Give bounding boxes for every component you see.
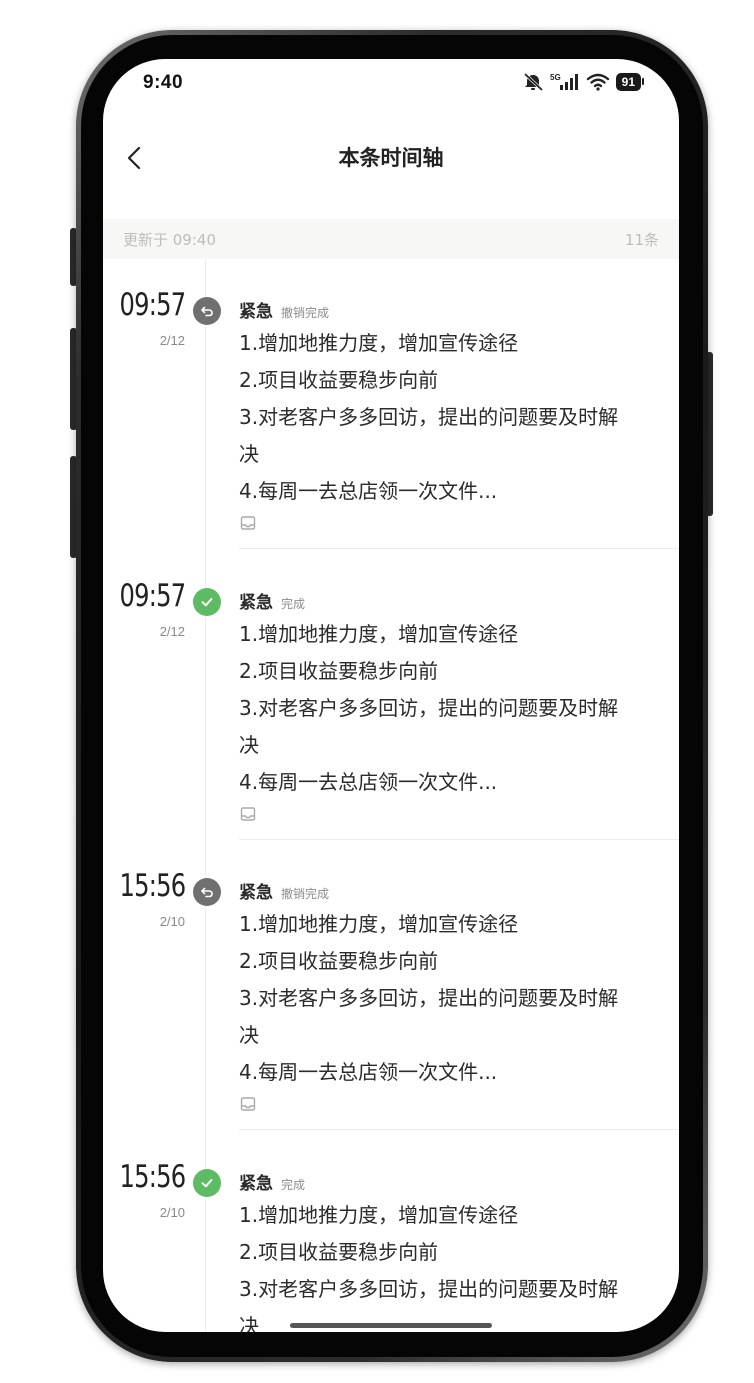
entry-date: 2/12 [159,624,185,639]
entry-line: 1.增加地推力度，增加宣传途径 [239,331,519,355]
entry-content: 1.增加地推力度，增加宣传途径 2.项目收益要稳步向前 3.对老客户多多回访，提… [239,1197,667,1332]
entry-line: 1.增加地推力度，增加宣传途径 [239,1203,519,1227]
entry-line: 决 [239,1314,259,1332]
entry-body: 紧急 完成 1.增加地推力度，增加宣传途径 2.项目收益要稳步向前 3.对老客户… [239,1169,667,1332]
network-label: 5G [550,73,561,82]
entry-line: 3.对老客户多多回访，提出的问题要及时解 [239,696,619,720]
entry-time: 15:56 [119,868,186,904]
status-icons: 5G 91 [522,72,645,92]
entry-count-text: 11条 [624,230,659,249]
status-undo-badge [193,878,221,906]
status-label: 撤销完成 [281,306,330,320]
page-header: 本条时间轴 [103,129,679,189]
entry-line: 1.增加地推力度，增加宣传途径 [239,622,519,646]
mute-icon [523,72,543,92]
entry-line: 决 [239,1023,259,1047]
phone-screen: 9:40 5G 91 本条时间轴 更新于 09:40 11条 09:57 2/1… [103,59,679,1332]
entry-line: 2.项目收益要稳步向前 [239,368,439,392]
priority-label: 紧急 [239,593,273,613]
timeline-entry[interactable]: 09:57 2/12 紧急 撤销完成 1.增加地推力度，增加宣传途径 2.项目收… [103,259,679,549]
entry-line: 4.每周一去总店领一次文件... [239,479,498,503]
entry-head: 紧急 完成 [239,1169,667,1194]
check-icon [201,598,213,607]
entry-line: 3.对老客户多多回访，提出的问题要及时解 [239,1277,619,1301]
status-label: 撤销完成 [281,887,330,901]
timeline-list[interactable]: 09:57 2/12 紧急 撤销完成 1.增加地推力度，增加宣传途径 2.项目收… [103,259,679,1332]
entry-line: 4.每周一去总店领一次文件... [239,770,498,794]
timeline-entry[interactable]: 15:56 2/10 紧急 撤销完成 1.增加地推力度，增加宣传途径 2.项目收… [103,840,679,1130]
entry-date: 2/10 [159,914,185,929]
tray-icon[interactable] [239,1095,257,1113]
undo-icon [201,306,213,317]
entry-content: 1.增加地推力度，增加宣传途径 2.项目收益要稳步向前 3.对老客户多多回访，提… [239,906,667,1091]
entry-line: 4.每周一去总店领一次文件... [239,1060,498,1084]
update-info-bar: 更新于 09:40 11条 [103,219,679,259]
entry-head: 紧急 撤销完成 [239,878,667,903]
entry-line: 3.对老客户多多回访，提出的问题要及时解 [239,986,619,1010]
status-label: 完成 [281,597,306,611]
home-indicator[interactable] [290,1323,492,1328]
entry-line: 3.对老客户多多回访，提出的问题要及时解 [239,405,619,429]
entry-head: 紧急 撤销完成 [239,297,667,322]
entry-date: 2/12 [159,333,185,348]
entry-line: 2.项目收益要稳步向前 [239,949,439,973]
wifi-icon [586,73,609,91]
updated-time-text: 更新于 09:40 [123,230,216,249]
status-bar: 9:40 5G 91 [103,59,679,109]
status-time: 9:40 [143,72,184,93]
entry-content: 1.增加地推力度，增加宣传途径 2.项目收益要稳步向前 3.对老客户多多回访，提… [239,616,667,801]
entry-body: 紧急 撤销完成 1.增加地推力度，增加宣传途径 2.项目收益要稳步向前 3.对老… [239,297,667,536]
tray-icon[interactable] [239,514,257,532]
status-done-badge [193,1169,221,1197]
priority-label: 紧急 [239,1174,273,1194]
entry-line: 2.项目收益要稳步向前 [239,1240,439,1264]
entry-line: 决 [239,442,259,466]
undo-icon [201,887,213,898]
cellular-5g-icon: 5G [550,73,578,90]
priority-label: 紧急 [239,302,273,322]
priority-label: 紧急 [239,883,273,903]
entry-content: 1.增加地推力度，增加宣传途径 2.项目收益要稳步向前 3.对老客户多多回访，提… [239,325,667,510]
entry-divider [239,1129,679,1130]
battery-indicator: 91 [615,73,645,91]
entry-body: 紧急 撤销完成 1.增加地推力度，增加宣传途径 2.项目收益要稳步向前 3.对老… [239,878,667,1117]
check-icon [201,1179,213,1188]
entry-head: 紧急 完成 [239,588,667,613]
status-undo-badge [193,297,221,325]
entry-line: 2.项目收益要稳步向前 [239,659,439,683]
entry-line: 决 [239,733,259,757]
entry-divider [239,548,679,549]
entry-line: 1.增加地推力度，增加宣传途径 [239,912,519,936]
entry-time: 15:56 [119,1159,186,1195]
entry-time: 09:57 [119,578,186,614]
page-title: 本条时间轴 [338,146,444,170]
entry-body: 紧急 完成 1.增加地推力度，增加宣传途径 2.项目收益要稳步向前 3.对老客户… [239,588,667,827]
entry-time: 09:57 [119,287,186,323]
timeline-entry[interactable]: 15:56 2/10 紧急 完成 1.增加地推力度，增加宣传途径 2.项目收益要… [103,1131,679,1332]
status-done-badge [193,588,221,616]
entry-date: 2/10 [159,1205,185,1220]
phone-frame: 9:40 5G 91 本条时间轴 更新于 09:40 11条 09:57 2/1… [76,30,708,1362]
status-label: 完成 [281,1178,306,1192]
tray-icon[interactable] [239,805,257,823]
timeline-entry[interactable]: 09:57 2/12 紧急 完成 1.增加地推力度，增加宣传途径 2.项目收益要… [103,550,679,840]
